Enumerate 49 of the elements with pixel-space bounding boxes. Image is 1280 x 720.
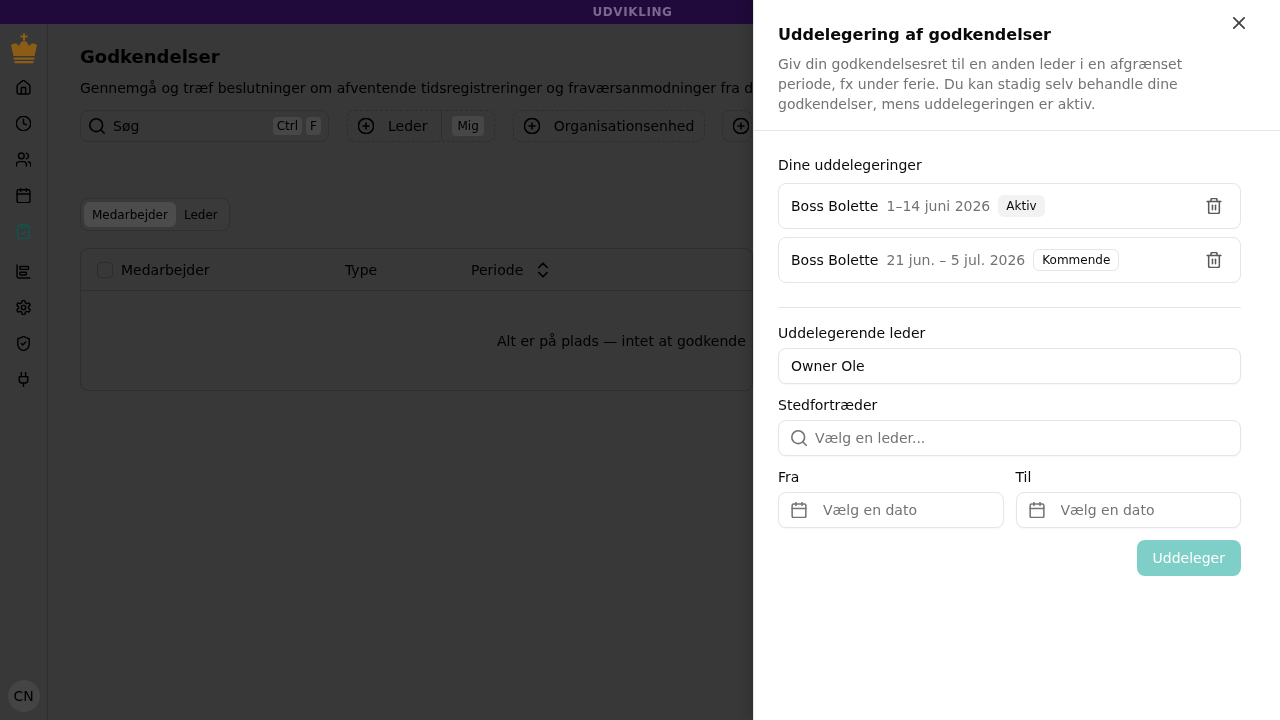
delegate-name: Boss Bolette bbox=[791, 252, 879, 268]
gear-icon[interactable] bbox=[16, 299, 31, 315]
delegate-name: Boss Bolette bbox=[791, 198, 879, 214]
shortcut-key: F bbox=[306, 117, 321, 135]
delegation-period: 21 jun. – 5 jul. 2026 bbox=[886, 252, 1026, 268]
filter-button[interactable]: Leder Mig bbox=[347, 110, 495, 142]
plug-icon[interactable] bbox=[16, 371, 31, 387]
field-label: Fra bbox=[778, 468, 801, 487]
status-badge: Aktiv bbox=[998, 195, 1045, 217]
calendar-icon[interactable] bbox=[16, 187, 31, 203]
crown-logo-icon[interactable] bbox=[9, 33, 38, 64]
substitute-field[interactable]: Vælg en leder... bbox=[778, 420, 1241, 456]
environment-label: UDVIKLING bbox=[592, 4, 673, 20]
users-icon[interactable] bbox=[16, 151, 31, 167]
delegation-period: 1–14 juni 2026 bbox=[886, 198, 991, 214]
bar-chart-icon[interactable] bbox=[16, 263, 31, 279]
section-label: Dine uddelegeringer bbox=[778, 156, 923, 175]
shortcut-key: Ctrl bbox=[272, 117, 303, 135]
field-label: Til bbox=[1015, 468, 1033, 487]
calendar-icon bbox=[791, 502, 807, 518]
field-label: Stedfortræder bbox=[778, 396, 879, 415]
trash-icon[interactable] bbox=[1206, 252, 1222, 268]
search-icon bbox=[791, 430, 807, 446]
user-avatar[interactable]: CN bbox=[7, 680, 40, 712]
date-field[interactable]: Vælg en dato bbox=[778, 492, 1004, 528]
close-icon[interactable] bbox=[1233, 17, 1245, 29]
column-header: Type bbox=[345, 261, 378, 278]
column-header: Medarbejder bbox=[121, 261, 210, 278]
panel-description: Giv din godkendelsesret til en anden leder i en afgrænset periode, fx under ferie. Du kan stadig selv behandle dine godkendelser, mens uddelegeringen er aktiv. bbox=[778, 55, 1184, 114]
filter-button[interactable] bbox=[722, 110, 753, 142]
filter-button[interactable]: Organisationsenhed bbox=[512, 110, 706, 142]
empty-state-message: Alt er på plads — intet at godkende bbox=[497, 332, 746, 349]
column-header: Periode bbox=[471, 261, 524, 278]
role-tab[interactable]: Leder bbox=[175, 202, 226, 227]
panel-title: Uddelegering af godkendelser bbox=[778, 24, 1052, 46]
clipboard-check-icon[interactable] bbox=[16, 223, 31, 239]
search-icon bbox=[89, 118, 105, 134]
date-field[interactable]: Vælg en dato bbox=[1015, 492, 1241, 528]
field-label: Uddelegerende leder bbox=[778, 324, 927, 343]
filter-value-chip: Mig bbox=[452, 116, 484, 136]
home-icon[interactable] bbox=[16, 79, 31, 95]
role-tab[interactable]: Medarbejder bbox=[84, 202, 176, 227]
calendar-icon bbox=[1028, 502, 1045, 518]
page-title: Godkendelser bbox=[80, 45, 221, 69]
delegator-field[interactable]: Owner Ole bbox=[778, 348, 1241, 384]
clock-icon[interactable] bbox=[16, 115, 31, 131]
trash-icon[interactable] bbox=[1206, 198, 1222, 214]
shield-check-icon[interactable] bbox=[16, 335, 31, 351]
status-badge: Kommende bbox=[1033, 249, 1120, 271]
